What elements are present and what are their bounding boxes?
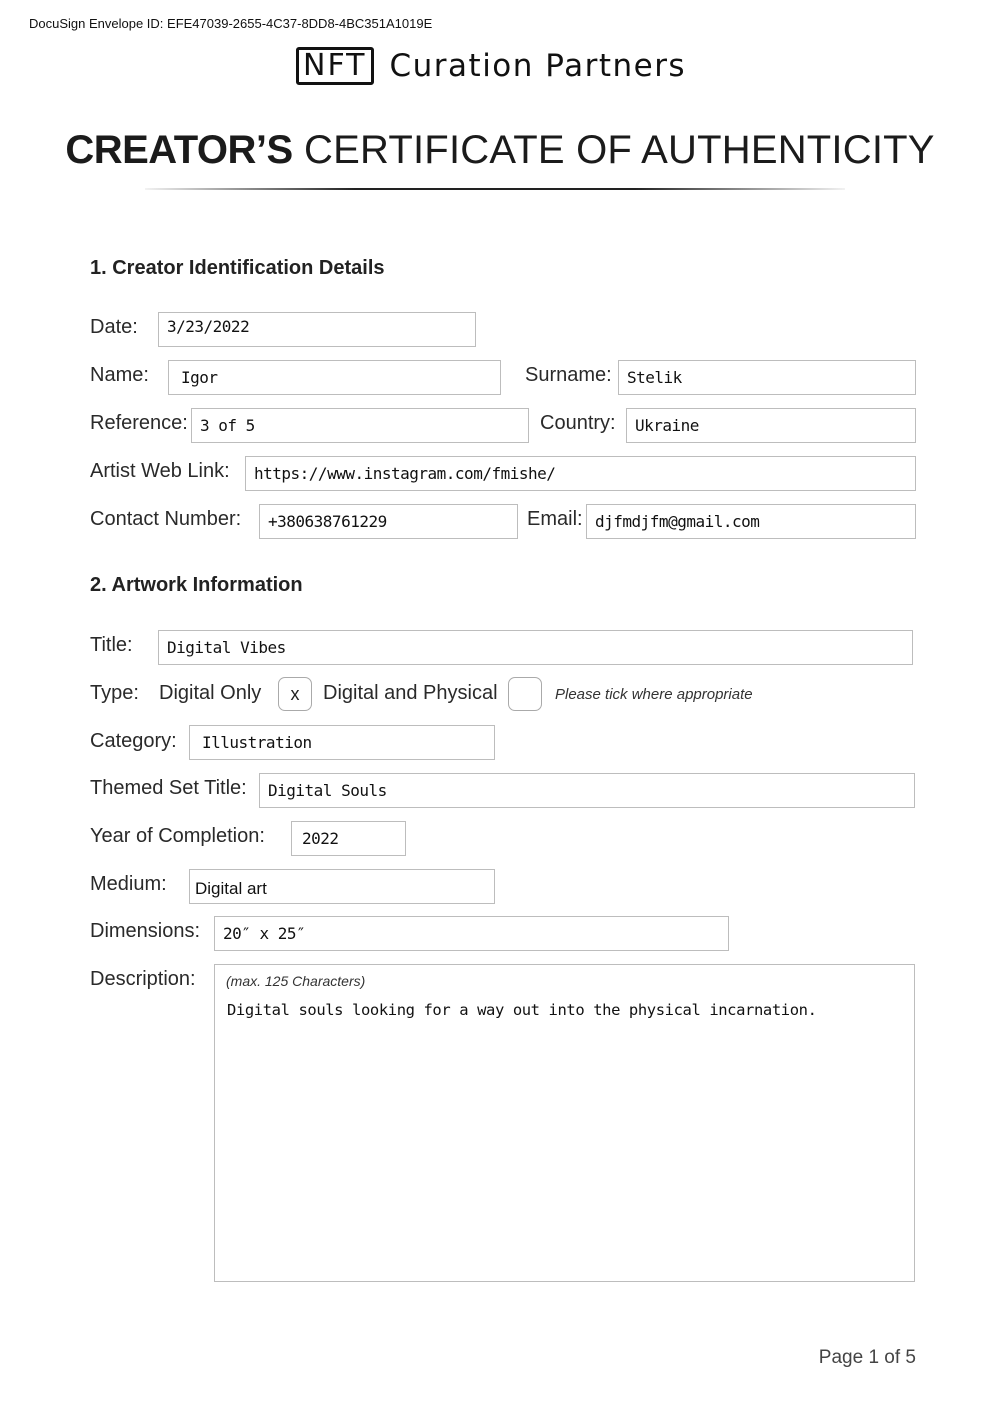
digital-only-label: Digital Only bbox=[159, 682, 262, 704]
certificate-title: CREATOR’S CERTIFICATE OF AUTHENTICITY bbox=[0, 128, 1000, 173]
contact-number-label: Contact Number: bbox=[90, 508, 242, 530]
themed-set-field[interactable]: Digital Souls bbox=[259, 773, 915, 808]
section-artwork-heading: 2. Artwork Information bbox=[90, 574, 303, 596]
reference-field[interactable]: 3 of 5 bbox=[191, 408, 529, 443]
contact-number-field[interactable]: +380638761229 bbox=[259, 504, 518, 539]
brand-name: Curation Partners bbox=[389, 48, 687, 84]
country-label: Country: bbox=[540, 412, 616, 434]
docusign-envelope-id: DocuSign Envelope ID: EFE47039-2655-4C37… bbox=[29, 16, 433, 31]
year-label: Year of Completion: bbox=[90, 825, 265, 847]
surname-label: Surname: bbox=[525, 364, 612, 386]
title-bold: CREATOR’S bbox=[65, 128, 293, 172]
description-field[interactable]: (max. 125 Characters) Digital souls look… bbox=[214, 964, 915, 1282]
artwork-title-field[interactable]: Digital Vibes bbox=[158, 630, 913, 665]
section-creator-heading: 1. Creator Identification Details bbox=[90, 257, 385, 279]
digital-physical-label: Digital and Physical bbox=[323, 682, 498, 704]
name-field[interactable]: Igor bbox=[168, 360, 501, 395]
web-link-label: Artist Web Link: bbox=[90, 460, 230, 482]
medium-field[interactable]: Digital art bbox=[189, 869, 495, 904]
category-field[interactable]: Illustration bbox=[189, 725, 495, 760]
category-label: Category: bbox=[90, 730, 177, 752]
year-field[interactable]: 2022 bbox=[291, 821, 406, 856]
title-label: Title: bbox=[90, 634, 133, 656]
type-hint: Please tick where appropriate bbox=[555, 686, 753, 703]
date-field[interactable]: 3/23/2022 bbox=[158, 312, 476, 347]
email-label: Email: bbox=[527, 508, 583, 530]
description-text: Digital souls looking for a way out into… bbox=[227, 1001, 817, 1019]
reference-label: Reference: bbox=[90, 412, 188, 434]
surname-field[interactable]: Stelik bbox=[618, 360, 916, 395]
name-label: Name: bbox=[90, 364, 149, 386]
dimensions-label: Dimensions: bbox=[90, 920, 201, 942]
medium-label: Medium: bbox=[90, 873, 167, 895]
title-light: CERTIFICATE OF AUTHENTICITY bbox=[304, 128, 935, 172]
dimensions-field[interactable]: 20″ x 25″ bbox=[214, 916, 729, 951]
email-field[interactable]: djfmdjfm@gmail.com bbox=[586, 504, 916, 539]
digital-physical-checkbox[interactable] bbox=[508, 677, 542, 711]
digital-only-checkbox[interactable]: x bbox=[278, 677, 312, 711]
brand-logo: NFT Curation Partners bbox=[296, 47, 686, 85]
description-label: Description: bbox=[90, 968, 196, 990]
web-link-field[interactable]: https://www.instagram.com/fmishe/ bbox=[245, 456, 916, 491]
type-label: Type: bbox=[90, 682, 139, 704]
page-number: Page 1 of 5 bbox=[818, 1347, 916, 1368]
country-field[interactable]: Ukraine bbox=[626, 408, 916, 443]
description-hint: (max. 125 Characters) bbox=[226, 973, 366, 989]
nft-logo-box: NFT bbox=[296, 47, 374, 85]
title-divider bbox=[145, 188, 845, 190]
date-label: Date: bbox=[90, 316, 138, 338]
themed-set-label: Themed Set Title: bbox=[90, 777, 247, 799]
